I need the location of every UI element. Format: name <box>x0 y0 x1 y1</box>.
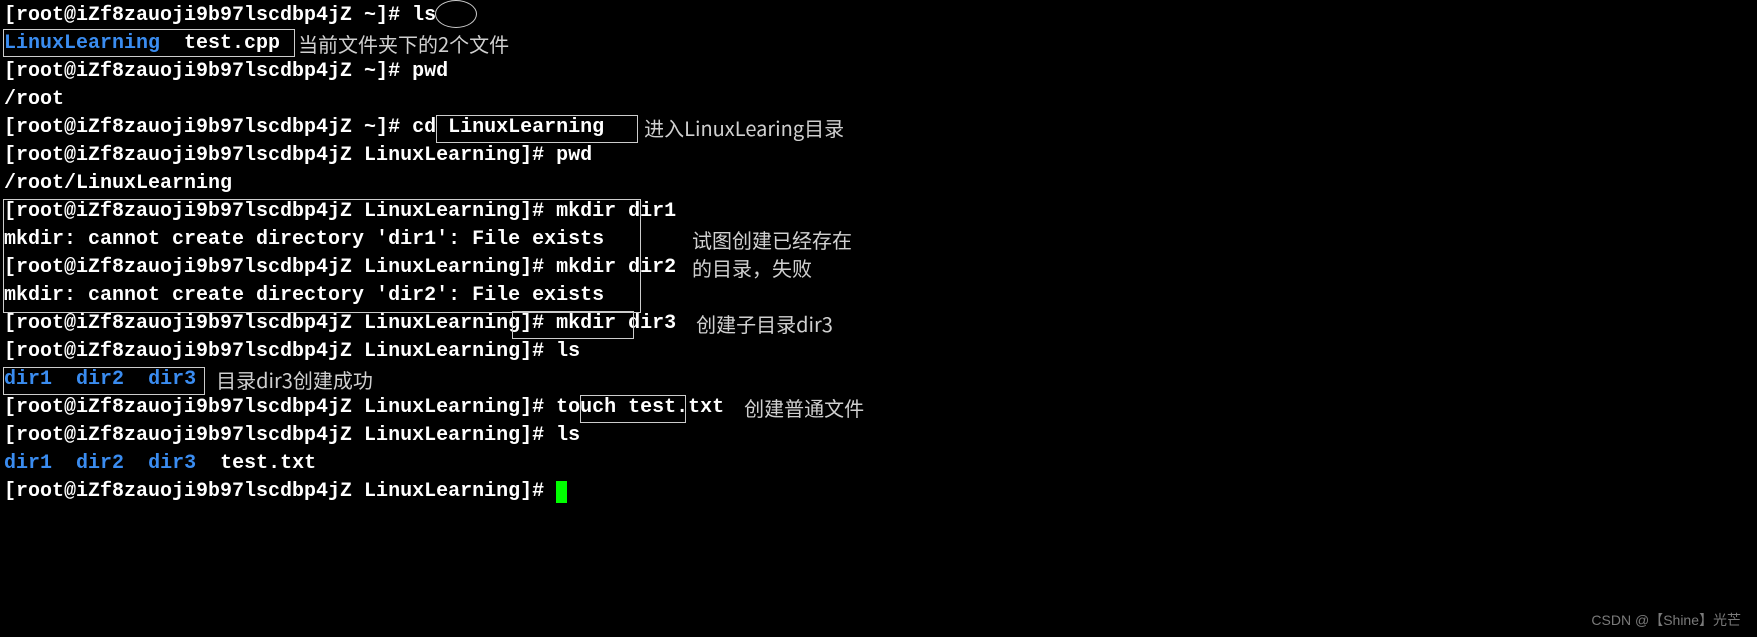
file-test-txt: test.txt <box>220 450 316 478</box>
dir-dir1: dir1 <box>4 450 52 478</box>
prompt: [root@iZf8zauoji9b97lscdbp4jZ LinuxLearn… <box>4 310 556 338</box>
line-prompt-pwd: [root@iZf8zauoji9b97lscdbp4jZ ~]# pwd <box>4 58 1753 86</box>
dir-dir1: dir1 <box>4 366 52 394</box>
terminal[interactable]: [root@iZf8zauoji9b97lscdbp4jZ ~]# ls Lin… <box>0 0 1757 508</box>
cmd-mkdir3: mkdir dir3 <box>556 310 676 338</box>
prompt: [root@iZf8zauoji9b97lscdbp4jZ LinuxLearn… <box>4 394 556 422</box>
cmd-ls: ls <box>556 422 580 450</box>
line-ls-dirs: dir1 dir2 dir3 目录dir3创建成功 <box>4 366 1753 394</box>
dir-dir3: dir3 <box>148 366 196 394</box>
annotation-4: 创建子目录dir3 <box>696 310 833 338</box>
line-prompt-ls3: [root@iZf8zauoji9b97lscdbp4jZ LinuxLearn… <box>4 422 1753 450</box>
line-prompt-mkdir3: [root@iZf8zauoji9b97lscdbp4jZ LinuxLearn… <box>4 310 1753 338</box>
file-test-cpp: test.cpp <box>184 30 280 58</box>
annotation-2: 进入LinuxLearing目录 <box>644 114 844 142</box>
dir-linuxlearning: LinuxLearning <box>4 30 160 58</box>
prompt: [root@iZf8zauoji9b97lscdbp4jZ ~]# <box>4 2 412 30</box>
line-err-mkdir2: mkdir: cannot create directory 'dir2': F… <box>4 282 1753 310</box>
touch-file: test.txt <box>628 394 724 422</box>
line-prompt-ls: [root@iZf8zauoji9b97lscdbp4jZ ~]# ls <box>4 2 1753 30</box>
dir-dir2: dir2 <box>76 450 124 478</box>
prompt: [root@iZf8zauoji9b97lscdbp4jZ LinuxLearn… <box>4 142 556 170</box>
cmd-ls: ls <box>412 2 436 30</box>
line-prompt-cd: [root@iZf8zauoji9b97lscdbp4jZ ~]# cd Lin… <box>4 114 1753 142</box>
cmd-pwd: pwd <box>412 58 448 86</box>
annotation-5: 目录dir3创建成功 <box>216 366 373 394</box>
dir-dir2: dir2 <box>76 366 124 394</box>
annotation-3b: 的目录，失败 <box>692 254 812 282</box>
prompt: [root@iZf8zauoji9b97lscdbp4jZ LinuxLearn… <box>4 254 556 282</box>
cmd-mkdir2: mkdir dir2 <box>556 254 676 282</box>
pwd-out-root: /root <box>4 86 64 114</box>
line-prompt-mkdir1: [root@iZf8zauoji9b97lscdbp4jZ LinuxLearn… <box>4 198 1753 226</box>
cmd-pwd: pwd <box>556 142 592 170</box>
prompt: [root@iZf8zauoji9b97lscdbp4jZ LinuxLearn… <box>4 478 556 506</box>
prompt: [root@iZf8zauoji9b97lscdbp4jZ LinuxLearn… <box>4 338 556 366</box>
line-ls-all: dir1 dir2 dir3 test.txt <box>4 450 1753 478</box>
line-ls-output: LinuxLearning test.cpp 当前文件夹下的2个文件 <box>4 30 1753 58</box>
cmd-mkdir1: mkdir dir1 <box>556 198 676 226</box>
line-prompt-pwd2: [root@iZf8zauoji9b97lscdbp4jZ LinuxLearn… <box>4 142 1753 170</box>
cmd-ls: ls <box>556 338 580 366</box>
annotation-6: 创建普通文件 <box>744 394 864 422</box>
line-pwd-linux: /root/LinuxLearning <box>4 170 1753 198</box>
cmd-cd: cd LinuxLearning <box>412 114 604 142</box>
pwd-out-linux: /root/LinuxLearning <box>4 170 232 198</box>
prompt: [root@iZf8zauoji9b97lscdbp4jZ ~]# <box>4 114 412 142</box>
dir-dir3: dir3 <box>148 450 196 478</box>
line-prompt-mkdir2: [root@iZf8zauoji9b97lscdbp4jZ LinuxLearn… <box>4 254 1753 282</box>
prompt: [root@iZf8zauoji9b97lscdbp4jZ ~]# <box>4 58 412 86</box>
err-mkdir1: mkdir: cannot create directory 'dir1': F… <box>4 226 604 254</box>
annotation-3a: 试图创建已经存在 <box>692 226 852 254</box>
line-pwd-root: /root <box>4 86 1753 114</box>
cursor <box>556 481 567 503</box>
prompt: [root@iZf8zauoji9b97lscdbp4jZ LinuxLearn… <box>4 422 556 450</box>
line-err-mkdir1: mkdir: cannot create directory 'dir1': F… <box>4 226 1753 254</box>
annotation-1: 当前文件夹下的2个文件 <box>298 30 509 58</box>
err-mkdir2: mkdir: cannot create directory 'dir2': F… <box>4 282 604 310</box>
watermark: CSDN @【Shine】光芒 <box>1591 611 1741 631</box>
line-prompt-ls2: [root@iZf8zauoji9b97lscdbp4jZ LinuxLearn… <box>4 338 1753 366</box>
cmd-touch: touch <box>556 394 628 422</box>
line-prompt-cursor[interactable]: [root@iZf8zauoji9b97lscdbp4jZ LinuxLearn… <box>4 478 1753 506</box>
prompt: [root@iZf8zauoji9b97lscdbp4jZ LinuxLearn… <box>4 198 556 226</box>
line-prompt-touch: [root@iZf8zauoji9b97lscdbp4jZ LinuxLearn… <box>4 394 1753 422</box>
